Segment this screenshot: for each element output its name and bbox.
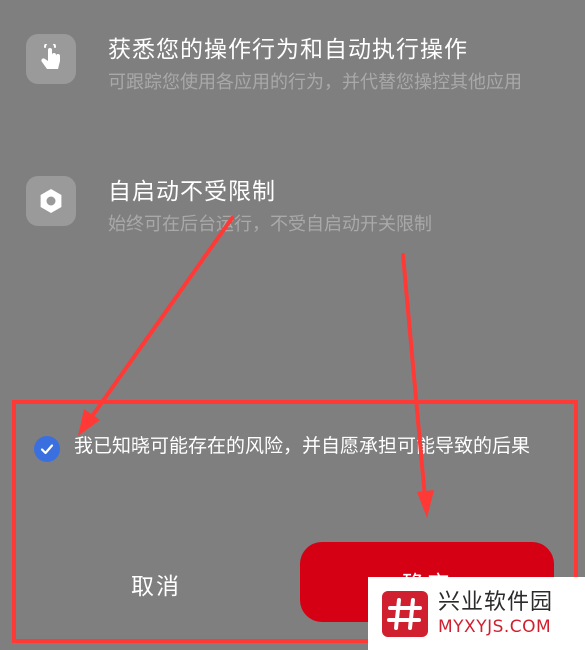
watermark: 兴业软件园 MYXYJS.COM bbox=[368, 577, 585, 650]
watermark-url: MYXYJS.COM bbox=[438, 616, 552, 637]
annotation-arrows bbox=[78, 216, 434, 518]
hash-logo-icon bbox=[382, 590, 428, 637]
permission-dialog: 获悉您的操作行为和自动执行操作 可跟踪您使用各应用的行为，并代替您操控其他应用 … bbox=[0, 0, 585, 650]
arrow-to-confirm bbox=[401, 253, 434, 518]
watermark-name: 兴业软件园 bbox=[438, 589, 554, 615]
arrow-to-checkbox bbox=[78, 216, 234, 436]
